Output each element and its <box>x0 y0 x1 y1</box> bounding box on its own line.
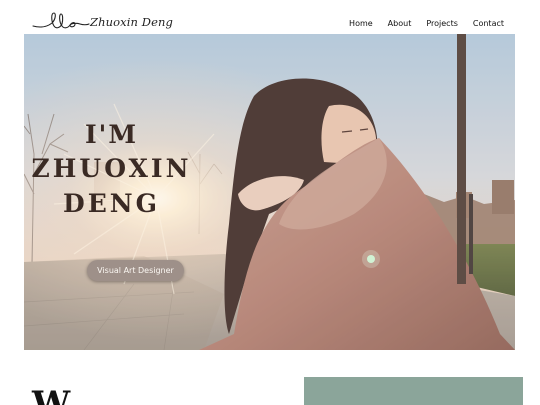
section-heading: W <box>32 384 71 405</box>
headline-line-2: ZHUOXIN <box>31 154 192 183</box>
headline-line-1: I'M <box>84 120 139 149</box>
main-menu: Home About Projects Contact <box>349 19 504 28</box>
headline-line-3: DENG <box>63 189 160 218</box>
accent-panel <box>304 377 523 405</box>
nav-link-about[interactable]: About <box>388 19 412 28</box>
nav-link-home[interactable]: Home <box>349 19 373 28</box>
nav-link-contact[interactable]: Contact <box>473 19 504 28</box>
hero-headline: I'M ZHUOXIN DENG <box>24 118 199 221</box>
brand-name[interactable]: Zhuoxin Deng <box>90 15 173 29</box>
hero-banner: I'M ZHUOXIN DENG Visual Art Designer <box>24 34 515 350</box>
nav-link-projects[interactable]: Projects <box>426 19 458 28</box>
role-button[interactable]: Visual Art Designer <box>87 260 184 281</box>
signature-logo-icon[interactable] <box>32 9 90 33</box>
top-nav: Zhuoxin Deng Home About Projects Contact <box>0 0 540 34</box>
